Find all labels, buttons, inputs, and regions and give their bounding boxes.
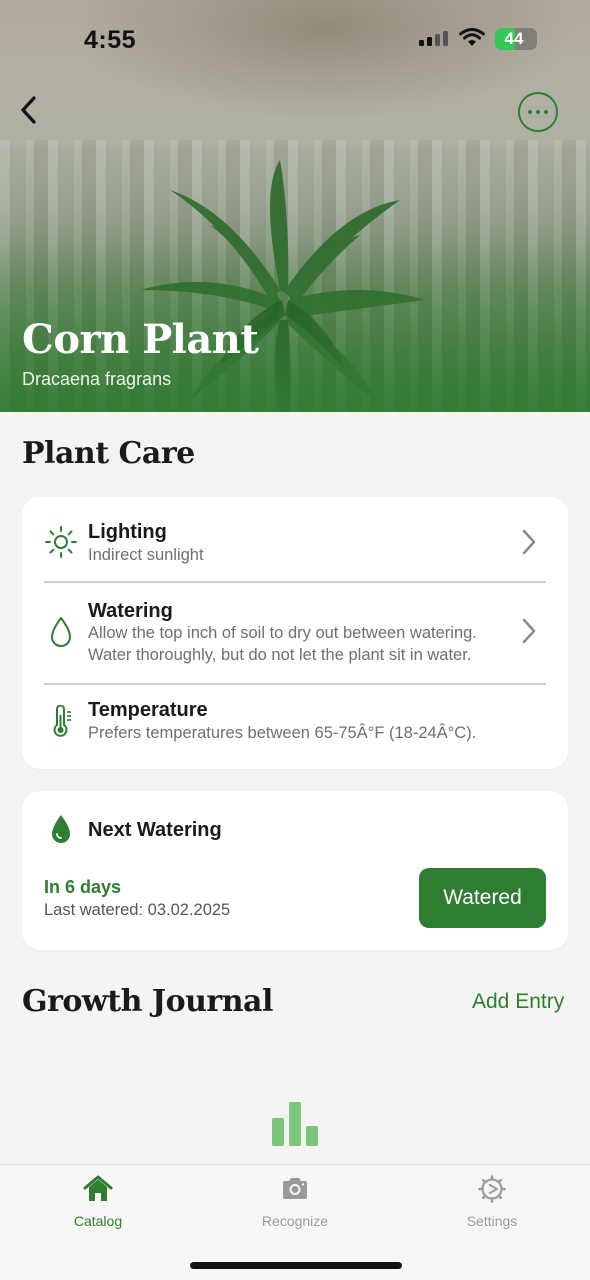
next-watering-card: Next Watering In 6 days Last watered: 03… [22,791,568,950]
care-item-watering[interactable]: Watering Allow the top inch of soil to d… [22,583,568,683]
growth-journal-title: Growth Journal [22,984,273,1019]
care-item-label: Lighting [88,521,167,543]
water-drop-icon [52,815,70,843]
tab-label: Recognize [261,1213,329,1229]
plant-care-title: Plant Care [22,436,195,471]
plant-name: Corn Plant [22,316,259,363]
thermometer-icon [53,705,71,737]
water-drop-outline-icon [51,617,71,647]
care-item-description: Indirect sunlight [88,546,204,564]
home-indicator [190,1262,402,1269]
status-time: 4:55 [84,26,137,54]
tab-recognize[interactable]: Recognize [197,1165,393,1245]
plant-scientific-name: Dracaena fragrans [22,369,172,389]
tab-settings[interactable]: Settings [394,1165,590,1245]
next-watering-title: Next Watering [88,819,222,841]
back-chevron-icon[interactable] [14,92,50,128]
battery-percent: 44 [504,29,524,48]
care-item-temperature: Temperature Prefers temperatures between… [22,685,568,769]
cellular-signal-icon [419,31,448,46]
care-item-description: Allow the top inch of soil to dry out be… [88,624,477,664]
add-entry-button[interactable]: Add Entry [472,990,564,1014]
battery-icon: 44 [495,28,537,50]
watered-button[interactable]: Watered [419,868,546,928]
more-options-button[interactable] [518,92,558,132]
home-icon [83,1175,113,1201]
tab-label: Catalog [73,1213,123,1229]
more-dot [528,110,532,114]
more-dot [536,110,540,114]
care-item-label: Temperature [88,699,208,721]
bar-chart-icon [272,1102,318,1146]
tab-catalog[interactable]: Catalog [0,1165,196,1245]
gear-icon [478,1175,506,1203]
tab-label: Settings [466,1213,518,1229]
care-item-label: Watering [88,600,173,622]
wifi-icon [459,28,485,46]
next-watering-due: In 6 days [44,877,122,897]
care-item-description: Prefers temperatures between 65-75Â°F (1… [88,724,477,742]
status-bar: 4:55 44 [0,0,590,80]
more-dot [544,110,548,114]
care-item-lighting[interactable]: Lighting Indirect sunlight [22,497,568,581]
last-watered-date: Last watered: 03.02.2025 [44,901,231,919]
chevron-right-icon [522,618,536,644]
plant-care-card: Lighting Indirect sunlight Watering Allo… [22,497,568,769]
chevron-right-icon [522,529,536,555]
sun-icon [45,526,77,558]
camera-icon [283,1178,307,1199]
